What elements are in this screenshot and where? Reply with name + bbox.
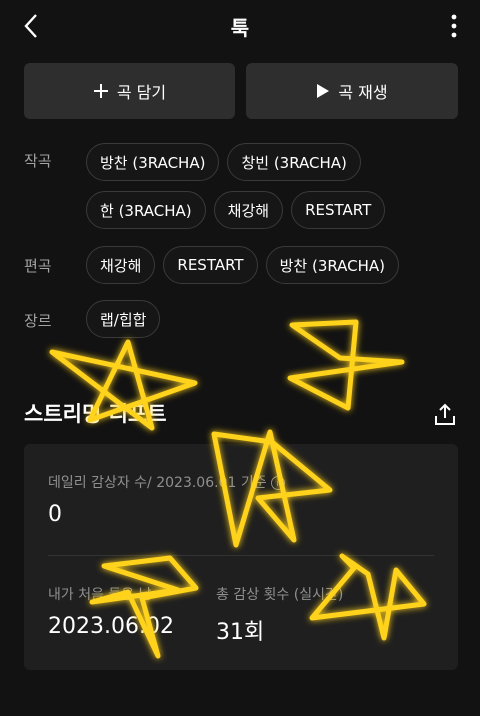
header: 툭: [0, 0, 480, 52]
arranger-chip[interactable]: 방찬 (3RACHA): [265, 246, 400, 284]
first-listened-value: 2023.06.02: [48, 614, 174, 639]
arranger-chip[interactable]: RESTART: [163, 246, 258, 284]
play-icon: [316, 83, 330, 99]
total-plays-label: 총 감상 횟수 (실시간): [216, 587, 344, 603]
daily-listeners-value: 0: [48, 502, 62, 527]
play-song-button[interactable]: 곡 재생: [246, 63, 458, 119]
genre-chips: 랩/힙합: [86, 300, 161, 338]
total-plays-value: 31회: [216, 620, 265, 645]
streaming-report-title: 스트리밍 리포트: [24, 402, 167, 426]
composer-chip[interactable]: 창빈 (3RACHA): [227, 143, 361, 181]
share-icon: [435, 403, 455, 425]
star-doodle: [287, 319, 405, 411]
add-to-playlist-label: 곡 담기: [116, 83, 167, 102]
composer-chip[interactable]: RESTART: [291, 191, 386, 229]
composer-label: 작곡: [24, 152, 52, 170]
add-to-playlist-button[interactable]: 곡 담기: [24, 63, 235, 119]
genre-label: 장르: [24, 312, 52, 330]
daily-listeners-label-text: 데일리 감상자 수/ 2023.06.01 기준: [48, 475, 267, 491]
first-listened-label: 내가 처음 들은 날: [48, 587, 152, 603]
composer-chip[interactable]: 한 (3RACHA): [86, 191, 206, 229]
composer-chips-row2: 한 (3RACHA) 채강해 RESTART: [86, 191, 386, 229]
composer-chip[interactable]: 방찬 (3RACHA): [86, 143, 220, 181]
share-button[interactable]: [432, 402, 458, 428]
more-vertical-icon: [451, 14, 457, 38]
divider: [48, 555, 434, 556]
composer-chips-row1: 방찬 (3RACHA) 창빈 (3RACHA): [86, 143, 361, 181]
info-icon[interactable]: i: [270, 476, 285, 490]
plus-icon: [93, 83, 109, 99]
play-song-label: 곡 재생: [338, 83, 388, 102]
genre-chip[interactable]: 랩/힙합: [86, 300, 161, 338]
arranger-label: 편곡: [24, 257, 52, 275]
arranger-chips: 채강해 RESTART 방찬 (3RACHA): [86, 246, 400, 284]
daily-listeners-label: 데일리 감상자 수/ 2023.06.01 기준 i: [48, 472, 438, 492]
more-options-button[interactable]: [444, 10, 464, 42]
streaming-report-card: 데일리 감상자 수/ 2023.06.01 기준 i 0 내가 처음 들은 날 2…: [24, 444, 458, 670]
page-title: 툭: [230, 16, 250, 40]
composer-chip[interactable]: 채강해: [213, 191, 284, 229]
arranger-chip[interactable]: 채강해: [86, 246, 156, 284]
